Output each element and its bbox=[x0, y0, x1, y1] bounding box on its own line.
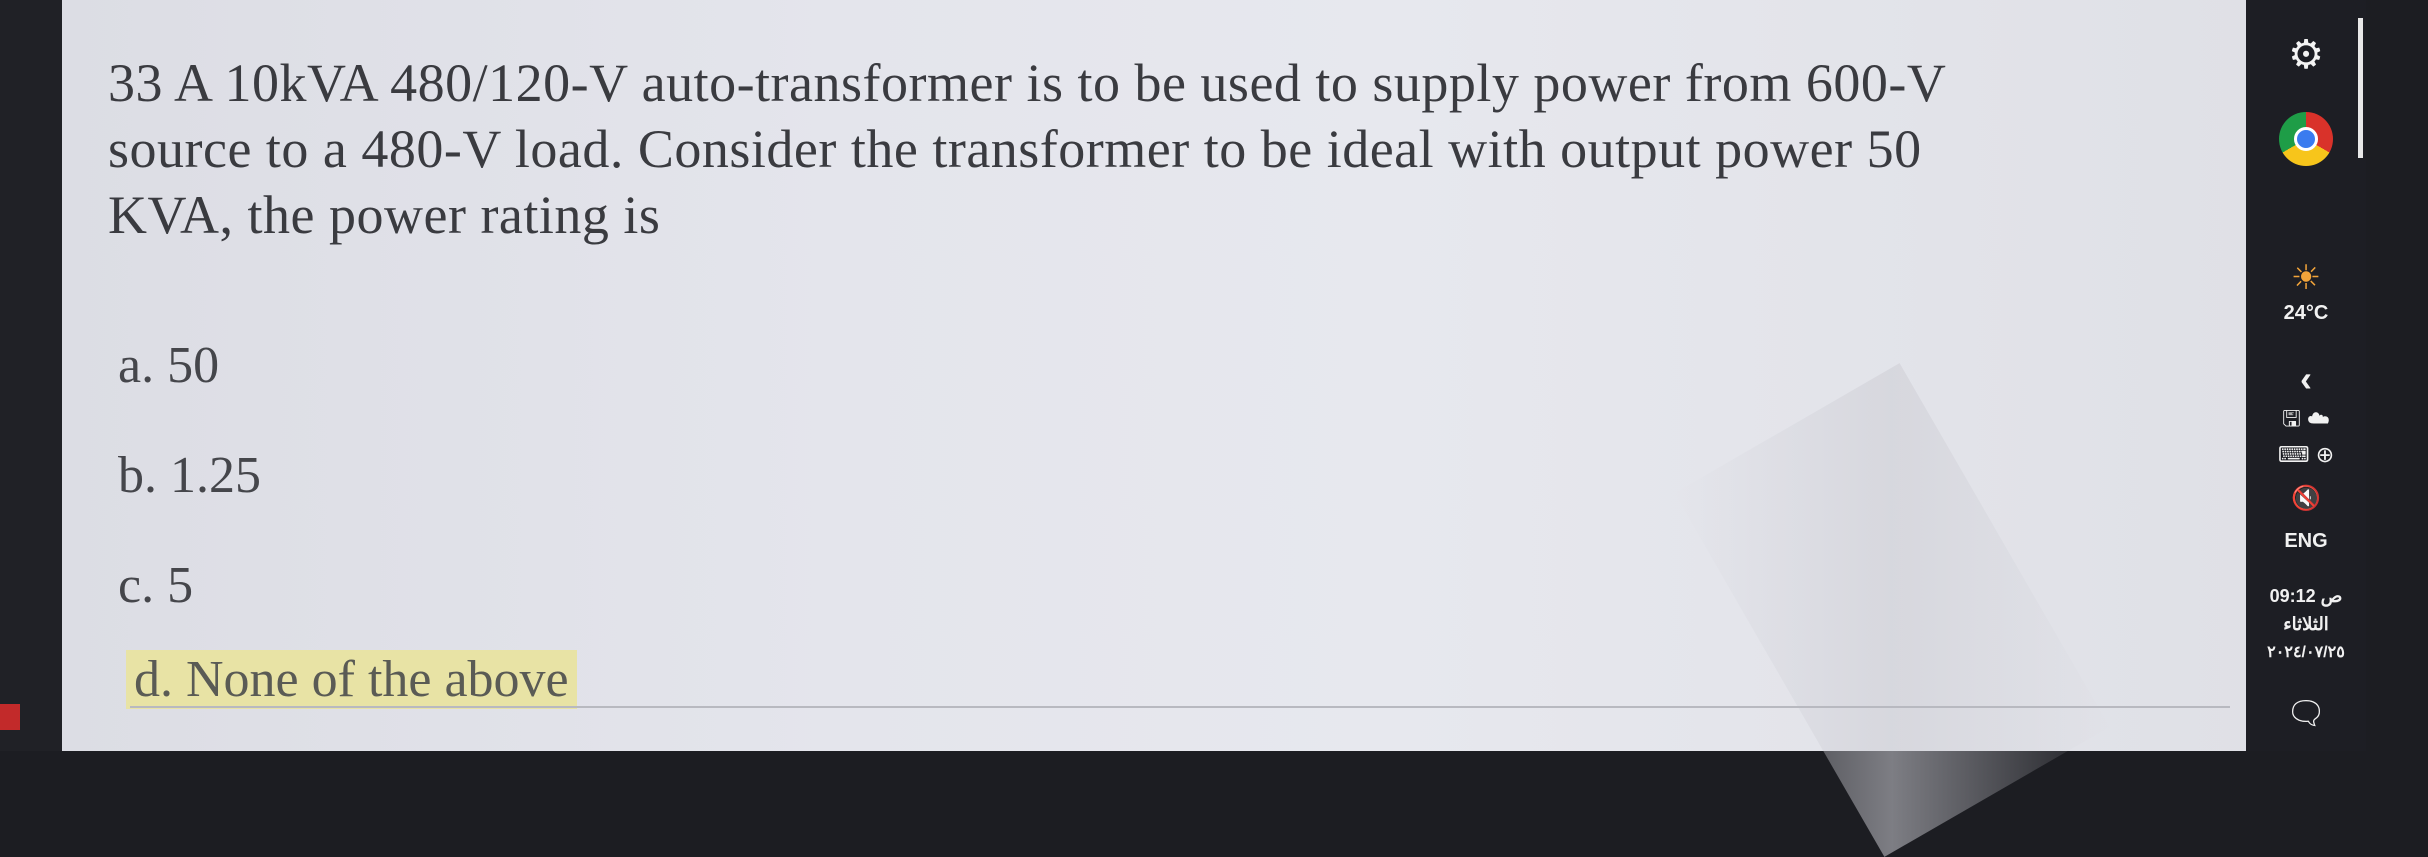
bezel-left bbox=[0, 0, 62, 751]
speaker-muted-icon[interactable]: 🔇 bbox=[2246, 484, 2366, 513]
language-indicator[interactable]: ENG bbox=[2246, 530, 2366, 553]
divider-line bbox=[130, 706, 2230, 708]
tray-icons-row-2[interactable]: ⌨ ⊕ bbox=[2246, 442, 2366, 468]
option-c[interactable]: c. 5 bbox=[118, 556, 193, 615]
chevron-left-icon[interactable]: ‹ bbox=[2246, 358, 2366, 400]
clock-date[interactable]: ٢٠٢٤/٠٧/٢٥ bbox=[2246, 642, 2366, 662]
question-line-1: 33 A 10kVA 480/120-V auto-transformer is… bbox=[108, 53, 1947, 113]
clock-time[interactable]: 09:12 ص bbox=[2246, 586, 2366, 607]
red-indicator bbox=[0, 704, 20, 730]
taskbar: ⚙ ☀ 24°C ‹ 🖫 ☁ ⌨ ⊕ 🔇 ENG 09:12 ص الثلاثا… bbox=[2246, 0, 2366, 751]
gear-icon[interactable]: ⚙ bbox=[2246, 32, 2366, 78]
edge-bar bbox=[2358, 18, 2363, 158]
screen-glare bbox=[1674, 363, 2110, 857]
question-line-3: KVA, the power rating is bbox=[108, 185, 661, 245]
notification-icon[interactable]: 🗨 bbox=[2246, 694, 2366, 732]
temperature-label: 24°C bbox=[2283, 302, 2329, 324]
weather-icon[interactable]: ☀ bbox=[2246, 258, 2366, 298]
option-a[interactable]: a. 50 bbox=[118, 336, 219, 395]
option-d-highlighted[interactable]: d. None of the above bbox=[126, 650, 577, 709]
option-b[interactable]: b. 1.25 bbox=[118, 446, 261, 505]
question-line-2: source to a 480-V load. Consider the tra… bbox=[108, 119, 1922, 179]
chrome-icon[interactable] bbox=[2279, 112, 2333, 166]
question-text: 33 A 10kVA 480/120-V auto-transformer is… bbox=[108, 50, 2208, 248]
tray-icons-row-1[interactable]: 🖫 ☁ bbox=[2246, 402, 2366, 440]
clock-day[interactable]: الثلاثاء bbox=[2246, 614, 2366, 635]
